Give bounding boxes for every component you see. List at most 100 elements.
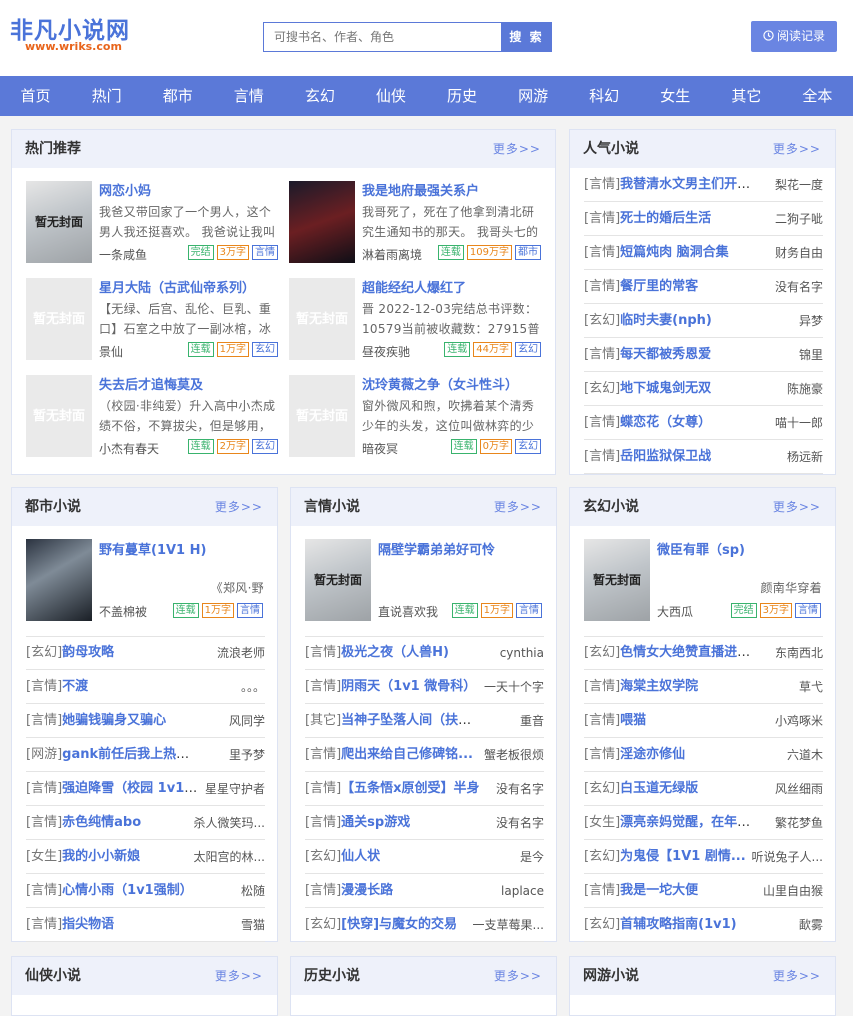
book-tag[interactable]: 言情 [237, 603, 263, 618]
section-more-link[interactable]: 更多>> [215, 957, 263, 995]
rank-title[interactable]: 死士的婚后生活 [620, 211, 711, 226]
rank-title[interactable]: 极光之夜（人兽H) [341, 645, 449, 660]
book-cover[interactable]: 暂无封面 [26, 375, 92, 457]
rank-title[interactable]: 当神子坠落人间（扶她） [341, 713, 480, 728]
rank-row[interactable]: [女生]漂亮亲妈觉醒，在年代... 繁花梦鱼 [584, 806, 823, 840]
rank-row[interactable]: [玄幻][快穿]与魔女的交易 一支草莓果... [305, 908, 544, 942]
rank-title[interactable]: 为鬼侵【1V1 剧情... [620, 849, 746, 864]
rank-row[interactable]: [言情]【五条悟x原创受】半身 没有名字 [305, 772, 544, 806]
rank-title[interactable]: 仙人状 [341, 849, 380, 864]
rank-title[interactable]: 地下城鬼剑无双 [620, 381, 711, 396]
book-cover[interactable]: 暂无封面 [289, 375, 355, 457]
nav-item[interactable]: 科幻 [569, 76, 640, 116]
book-tag[interactable]: 连载 [444, 342, 471, 357]
book-tag[interactable]: 109万字 [466, 245, 512, 260]
section-more-link[interactable]: 更多>> [773, 488, 821, 526]
book-cover[interactable] [26, 539, 92, 621]
rank-author[interactable]: 风丝细雨 [775, 772, 823, 806]
reading-history-button[interactable]: 阅读记录 [751, 21, 837, 52]
nav-item[interactable]: 女生 [640, 76, 711, 116]
rank-title[interactable]: 餐厅里的常客 [620, 279, 698, 294]
rank-title[interactable]: 爬出来给自己修碑铭... [341, 747, 473, 762]
nav-item[interactable]: 玄幻 [284, 76, 355, 116]
popular-more-link[interactable]: 更多>> [773, 130, 821, 168]
rank-row[interactable]: [言情]心情小雨（1v1强制） 松随 [26, 874, 265, 908]
book-tag[interactable]: 玄幻 [515, 439, 541, 454]
nav-item[interactable]: 仙侠 [355, 76, 426, 116]
rank-author[interactable]: 锦里 [799, 338, 823, 372]
book-tag[interactable]: 1万字 [480, 603, 513, 618]
book-tag[interactable]: 2万字 [216, 439, 249, 454]
nav-item[interactable]: 其它 [711, 76, 782, 116]
rank-author[interactable]: 里予梦 [229, 738, 265, 772]
nav-item[interactable]: 首页 [0, 76, 71, 116]
book-author[interactable]: 淋着雨离境 [362, 246, 422, 263]
book-tag[interactable]: 言情 [795, 603, 821, 618]
rank-title[interactable]: 我的小小新娘 [62, 849, 140, 864]
rank-title[interactable]: 漫漫长路 [341, 883, 393, 898]
rank-author[interactable]: 小鸡啄米 [775, 704, 823, 738]
search-button[interactable]: 搜 索 [501, 22, 552, 52]
book-title[interactable]: 网恋小妈 [99, 180, 279, 199]
rank-row[interactable]: [言情]喂猫 小鸡啄米 [584, 704, 823, 738]
rank-title[interactable]: 她骗钱骗身又骗心 [62, 713, 166, 728]
book-title[interactable]: 星月大陆（古武仙帝系列） [99, 277, 279, 296]
rank-row[interactable]: [网游]gank前任后我上热搜了[... 里予梦 [26, 738, 265, 772]
book-title[interactable]: 失去后才追悔莫及 [99, 374, 279, 393]
nav-item[interactable]: 网游 [498, 76, 569, 116]
book-tag[interactable]: 玄幻 [252, 342, 278, 357]
book-tag[interactable]: 1万字 [201, 603, 234, 618]
rank-row[interactable]: [言情]极光之夜（人兽H) cynthia [305, 636, 544, 670]
rank-author[interactable]: 梨花一度 [775, 168, 823, 202]
book-tag[interactable]: 连载 [172, 603, 199, 618]
rank-title[interactable]: 心情小雨（1v1强制） [62, 883, 193, 898]
rank-author[interactable]: 是今 [520, 840, 544, 874]
rank-title[interactable]: 短篇炖肉 脑洞合集 [620, 245, 729, 260]
rank-author[interactable]: 异梦 [799, 304, 823, 338]
rank-author[interactable]: 重音 [520, 704, 544, 738]
book-title[interactable]: 微臣有罪（sp) [657, 539, 822, 558]
rank-row[interactable]: [玄幻]地下城鬼剑无双 陈施豪 [584, 372, 823, 406]
book-tag[interactable]: 连载 [450, 439, 477, 454]
rank-author[interactable]: 杨远新 [787, 440, 823, 474]
book-cover[interactable]: 暂无封面 [26, 278, 92, 360]
nav-item[interactable]: 全本 [782, 76, 853, 116]
rank-row[interactable]: [玄幻]为鬼侵【1V1 剧情... 听说兔子人... [584, 840, 823, 874]
rank-author[interactable]: 东南西北 [775, 636, 823, 670]
rank-title[interactable]: gank前任后我上热搜了[... [62, 747, 201, 762]
rank-row[interactable]: [言情]餐厅里的常客 没有名字 [584, 270, 823, 304]
rank-row[interactable]: [言情]每天都被秀恩爱 锦里 [584, 338, 823, 372]
book-title[interactable]: 沈玲黄薇之争（女斗性斗） [362, 374, 542, 393]
book-tag[interactable]: 0万字 [479, 439, 512, 454]
rank-author[interactable]: 一支草莓果... [473, 908, 544, 942]
book-tag[interactable]: 言情 [252, 245, 278, 260]
rank-row[interactable]: [玄幻]仙人状 是今 [305, 840, 544, 874]
book-tag[interactable]: 3万字 [216, 245, 249, 260]
rank-row[interactable]: [言情]赤色纯情abo 杀人微笑玛... [26, 806, 265, 840]
nav-item[interactable]: 言情 [213, 76, 284, 116]
rank-title[interactable]: 赤色纯情abo [62, 815, 141, 830]
book-tag[interactable]: 连载 [437, 245, 464, 260]
section-more-link[interactable]: 更多>> [494, 957, 542, 995]
rank-author[interactable]: 二狗子呲 [775, 202, 823, 236]
rank-author[interactable]: 山里自由猴 [763, 874, 823, 908]
book-tag[interactable]: 玄幻 [515, 342, 541, 357]
section-more-link[interactable]: 更多>> [773, 957, 821, 995]
rank-author[interactable]: 没有名字 [496, 806, 544, 840]
section-more-link[interactable]: 更多>> [494, 488, 542, 526]
nav-item[interactable]: 都市 [142, 76, 213, 116]
rank-title[interactable]: 喂猫 [620, 713, 646, 728]
book-title[interactable]: 隔壁学霸弟弟好可怜 [378, 539, 543, 558]
rank-row[interactable]: [玄幻]临时夫妻(nph) 异梦 [584, 304, 823, 338]
rank-row[interactable]: [玄幻]首辅攻略指南(1v1) 歃雾 [584, 908, 823, 942]
search-input[interactable] [264, 23, 500, 51]
rank-row[interactable]: [言情]我替清水文男主们开辛... 梨花一度 [584, 168, 823, 202]
rank-row[interactable]: [其它]当神子坠落人间（扶她） 重音 [305, 704, 544, 738]
book-tag[interactable]: 完结 [187, 245, 214, 260]
rank-row[interactable]: [言情]指尖物语 雪猫 [26, 908, 265, 942]
book-title[interactable]: 超能经纪人爆红了 [362, 277, 542, 296]
rank-author[interactable]: 流浪老师 [217, 636, 265, 670]
rank-author[interactable]: 陈施豪 [787, 372, 823, 406]
rank-author[interactable]: 风同学 [229, 704, 265, 738]
book-cover[interactable] [289, 181, 355, 263]
